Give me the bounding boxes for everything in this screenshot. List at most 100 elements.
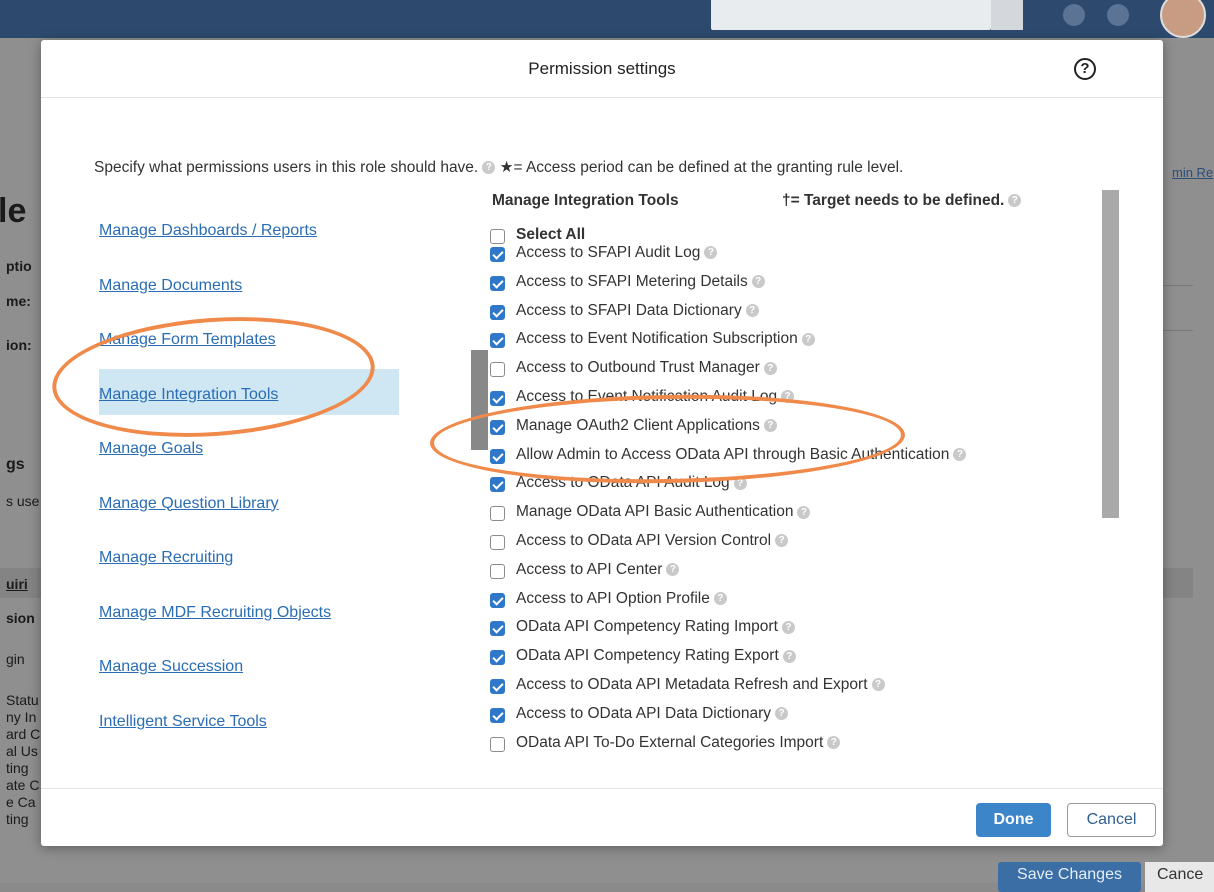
info-icon[interactable]: ?: [797, 505, 811, 519]
nav-item-link[interactable]: Manage Question Library: [99, 495, 279, 513]
permission-label-text: Allow Admin to Access OData API through …: [516, 445, 950, 463]
nav-item[interactable]: Manage Succession: [99, 641, 399, 687]
nav-item[interactable]: Manage Integration Tools: [99, 368, 399, 415]
star-note: ★= Access period can be defined at the g…: [499, 159, 904, 176]
bg-label: al Us: [6, 743, 38, 759]
notifications-icon[interactable]: [1063, 4, 1085, 26]
nav-item-link[interactable]: Manage MDF Recruiting Objects: [99, 604, 331, 622]
bg-cancel-button[interactable]: Cance: [1145, 862, 1214, 892]
permission-checkbox[interactable]: [490, 229, 505, 244]
info-icon[interactable]: ?: [775, 707, 788, 721]
nav-item[interactable]: Manage Goals: [99, 423, 399, 469]
permission-checkbox[interactable]: [490, 333, 505, 349]
info-icon[interactable]: ?: [763, 361, 777, 375]
permission-label: Access to API Center?: [516, 561, 680, 579]
search-input[interactable]: [711, 0, 991, 30]
info-icon[interactable]: ?: [953, 448, 967, 461]
permission-checkbox[interactable]: [490, 535, 505, 550]
permission-checkbox[interactable]: [490, 736, 505, 752]
avatar[interactable]: [1160, 0, 1206, 38]
nav-scrollbar[interactable]: [471, 350, 488, 450]
bg-label: uiri: [6, 576, 28, 592]
nav-item-link[interactable]: Manage Succession: [99, 658, 243, 676]
bg-divider: [1163, 285, 1193, 286]
permission-label-text: Access to SFAPI Audit Log: [516, 244, 701, 261]
nav-item[interactable]: Manage Recruiting: [99, 532, 399, 578]
permission-checkbox[interactable]: [490, 362, 505, 378]
nav-item-link[interactable]: Manage Goals: [99, 440, 203, 458]
cancel-button[interactable]: Cancel: [1067, 803, 1156, 837]
permission-label: Access to Event Notification Audit Log?: [516, 388, 795, 406]
panel-scrollbar[interactable]: [1102, 190, 1119, 518]
info-icon[interactable]: ?: [871, 678, 885, 692]
dialog-title: Permission settings: [528, 59, 676, 78]
permission-checkbox[interactable]: [490, 247, 505, 262]
info-icon[interactable]: ?: [733, 476, 747, 490]
question-circle-icon[interactable]: ?: [1074, 58, 1096, 80]
permission-label: Allow Admin to Access OData API through …: [516, 445, 967, 464]
permission-checkbox[interactable]: [490, 563, 505, 579]
permission-label: Access to OData API Metadata Refresh and…: [516, 676, 885, 694]
nav-item-link[interactable]: Intelligent Service Tools: [99, 713, 267, 731]
info-icon[interactable]: ?: [763, 419, 777, 433]
permission-checkbox[interactable]: [490, 391, 505, 406]
permission-label: Access to OData API Version Control?: [516, 532, 789, 550]
nav-item[interactable]: Manage Dashboards / Reports: [99, 205, 399, 251]
permission-checkbox[interactable]: [490, 419, 505, 435]
bg-label: ard C: [6, 726, 41, 742]
info-icon[interactable]: ?: [713, 592, 727, 605]
permission-checkbox[interactable]: [490, 448, 505, 464]
info-icon[interactable]: ?: [704, 246, 718, 260]
help-icon[interactable]: [1107, 4, 1129, 26]
permission-checkbox[interactable]: [490, 506, 505, 522]
permission-label: Access to OData API Data Dictionary?: [516, 705, 788, 723]
permission-label: Access to SFAPI Metering Details?: [516, 273, 765, 291]
permission-checkbox[interactable]: [490, 650, 505, 666]
target-note-text: †= Target needs to be defined.: [782, 192, 1005, 209]
info-icon[interactable]: ?: [775, 534, 789, 548]
bg-label: e Ca: [6, 794, 36, 810]
permission-checkbox[interactable]: [490, 477, 505, 493]
dialog-header: Permission settings ?: [41, 40, 1163, 98]
info-icon[interactable]: ?: [1008, 194, 1022, 208]
permission-label: Access to OData API Audit Log?: [516, 474, 747, 492]
permission-label: Access to Event Notification Subscriptio…: [516, 330, 815, 348]
info-icon[interactable]: ?: [801, 332, 815, 346]
nav-item-link[interactable]: Manage Integration Tools: [99, 386, 278, 404]
permission-checkbox[interactable]: [490, 621, 505, 637]
permission-label-text: Access to SFAPI Metering Details: [516, 272, 748, 290]
dialog-description: Specify what permissions users in this r…: [94, 158, 903, 177]
nav-item-link[interactable]: Manage Documents: [99, 277, 242, 295]
admin-link[interactable]: min Re: [1172, 165, 1213, 180]
info-icon[interactable]: ?: [781, 390, 795, 404]
save-changes-button[interactable]: Save Changes: [998, 862, 1141, 892]
nav-item[interactable]: Manage Question Library: [99, 478, 399, 524]
bg-divider: [1163, 330, 1193, 331]
info-icon[interactable]: ?: [482, 161, 496, 175]
info-icon[interactable]: ?: [751, 275, 765, 289]
permission-checkbox[interactable]: [490, 304, 505, 320]
permission-label: Access to SFAPI Audit Log?: [516, 244, 718, 262]
search-button[interactable]: [991, 0, 1023, 30]
permission-checkbox[interactable]: [490, 707, 505, 723]
info-icon[interactable]: ?: [666, 563, 680, 577]
permission-checkbox[interactable]: [490, 679, 505, 694]
nav-item-link[interactable]: Manage Dashboards / Reports: [99, 222, 317, 240]
permission-label-text: Access to OData API Audit Log: [516, 474, 730, 492]
nav-item-link[interactable]: Manage Form Templates: [99, 331, 276, 349]
permission-label-text: Access to Outbound Trust Manager: [516, 359, 760, 377]
target-note: †= Target needs to be defined.?: [782, 192, 1022, 210]
permission-checkbox[interactable]: [490, 592, 505, 608]
info-icon[interactable]: ?: [827, 736, 841, 749]
permission-checkbox[interactable]: [490, 275, 505, 291]
nav-item[interactable]: Manage Documents: [99, 260, 399, 306]
nav-item-link[interactable]: Manage Recruiting: [99, 549, 233, 567]
nav-item[interactable]: Manage Form Templates: [99, 314, 399, 360]
done-button[interactable]: Done: [976, 803, 1051, 837]
info-icon[interactable]: ?: [782, 649, 796, 663]
nav-item[interactable]: Intelligent Service Tools: [99, 696, 399, 742]
info-icon[interactable]: ?: [745, 304, 759, 317]
info-icon[interactable]: ?: [781, 620, 795, 634]
nav-item[interactable]: Manage MDF Recruiting Objects: [99, 587, 399, 633]
nav-item[interactable]: Manage System Properties: [99, 750, 399, 755]
